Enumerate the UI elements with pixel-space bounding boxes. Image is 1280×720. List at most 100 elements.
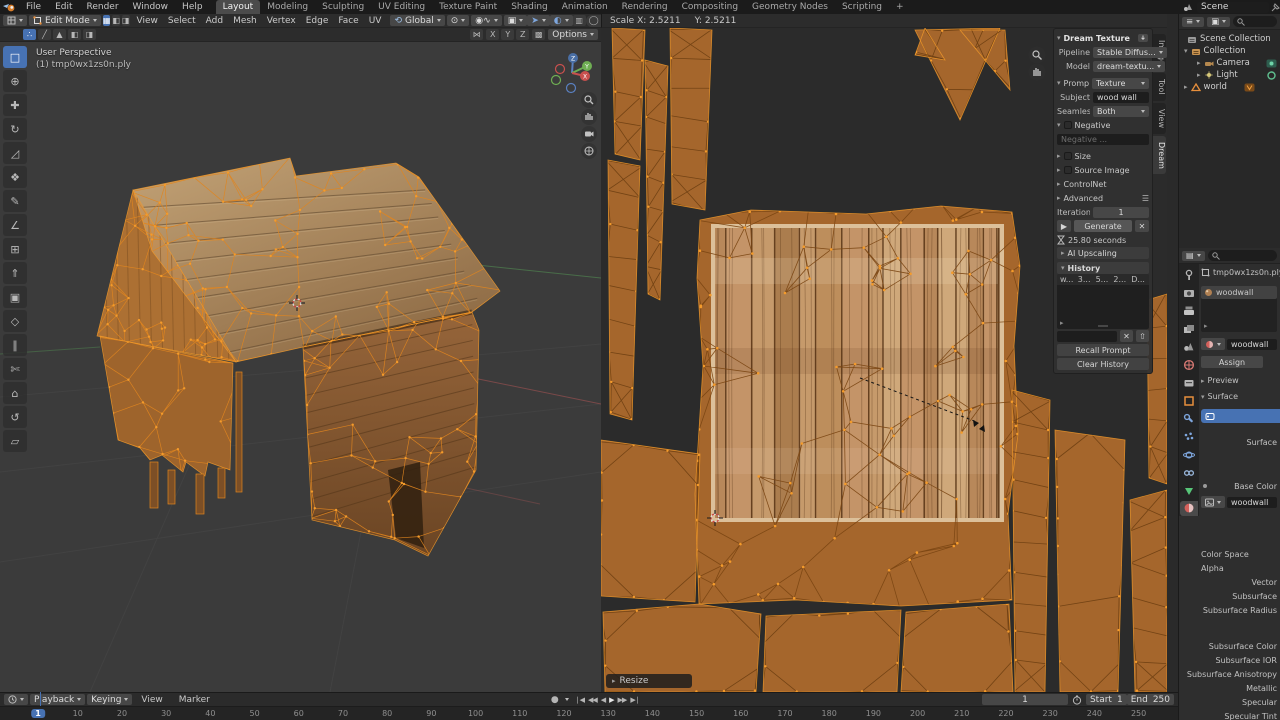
current-frame-field[interactable]: 1 — [982, 694, 1068, 705]
ruler-tick[interactable]: 20 — [117, 709, 127, 718]
ruler-tick[interactable]: 110 — [512, 709, 527, 718]
shear-tool[interactable]: ▱ — [3, 430, 27, 452]
assign-button[interactable]: Assign — [1201, 356, 1263, 368]
ruler-tick[interactable]: 160 — [733, 709, 748, 718]
properties-tab-object-data[interactable] — [1180, 483, 1198, 498]
camera-view-icon[interactable] — [581, 126, 597, 142]
surface-section[interactable]: ▾Surface — [1201, 392, 1238, 401]
generate-button[interactable]: Generate — [1074, 220, 1132, 232]
sidebar-tab-dream[interactable]: Dream — [1152, 136, 1166, 175]
next-keyframe-button[interactable]: ▶▶ — [616, 696, 629, 704]
snap-toggle[interactable]: ⊙ — [447, 15, 470, 26]
operator-panel-collapsed[interactable]: ▸Resize — [606, 674, 692, 688]
mode-context-toggle-1[interactable]: ▦ — [103, 15, 111, 26]
timeline-ruler[interactable]: 1102030405060708090100110120130140150160… — [0, 706, 1178, 720]
prev-keyframe-button[interactable]: ◀◀ — [586, 696, 599, 704]
properties-tab-collection[interactable] — [1180, 376, 1198, 391]
workspace-tab-scripting[interactable]: Scripting — [835, 0, 889, 14]
playback-menu[interactable]: Playback — [30, 694, 85, 705]
seamless-dropdown[interactable]: Both — [1093, 106, 1149, 117]
negative-input[interactable]: Negative ... — [1057, 134, 1149, 145]
slot-list-expand-icon[interactable]: ▸ — [1204, 322, 1208, 330]
record-button[interactable]: ● — [549, 695, 561, 705]
ruler-tick[interactable]: 40 — [205, 709, 215, 718]
viewport-menu-add[interactable]: Add — [201, 16, 228, 26]
mode-selector[interactable]: Edit Mode — [29, 15, 101, 26]
mesh-data-badge[interactable] — [1244, 83, 1255, 92]
ruler-tick[interactable]: 240 — [1087, 709, 1102, 718]
menu-file[interactable]: File — [19, 0, 48, 14]
properties-display-mode[interactable]: ▤ — [1182, 251, 1205, 261]
frame-end-field[interactable]: End250 — [1127, 694, 1174, 705]
sidebar-tab-view[interactable]: View — [1152, 103, 1166, 134]
box-select-tool[interactable]: □ — [3, 46, 27, 68]
outliner-filter[interactable]: ▣ — [1207, 17, 1230, 27]
options-dropdown[interactable]: Options — [548, 29, 598, 40]
properties-tab-physics[interactable] — [1180, 447, 1198, 462]
ruler-tick[interactable]: 90 — [426, 709, 436, 718]
material-browse-dropdown[interactable] — [1201, 338, 1225, 350]
presets-icon[interactable]: ☰ — [1142, 194, 1149, 203]
ruler-tick[interactable]: 200 — [910, 709, 925, 718]
workspace-tab-uv-editing[interactable]: UV Editing — [371, 0, 432, 14]
properties-tab-object[interactable] — [1180, 393, 1198, 408]
zoom-icon[interactable] — [581, 92, 597, 108]
ruler-tick[interactable]: 100 — [468, 709, 483, 718]
rotate-tool[interactable]: ↻ — [3, 118, 27, 140]
history-export-button[interactable]: ⇧ — [1136, 330, 1149, 342]
uv-pan-hand-icon[interactable] — [1029, 64, 1046, 81]
disclosure-icon[interactable]: ▾ — [1184, 47, 1188, 55]
scale-tool[interactable]: ◿ — [3, 142, 27, 164]
viewport-menu-select[interactable]: Select — [163, 16, 201, 26]
dream-panel-header[interactable]: ▾ Dream Texture — [1057, 31, 1149, 45]
keying-menu[interactable]: Keying — [87, 694, 132, 705]
mirror-z-toggle[interactable]: Z — [516, 29, 529, 40]
annotate-tool[interactable]: ✎ — [3, 190, 27, 212]
workspace-tab-animation[interactable]: Animation — [555, 0, 615, 14]
properties-tab-tool[interactable] — [1180, 268, 1198, 283]
shading-wireframe-button[interactable]: ◯ — [589, 16, 599, 26]
size-section[interactable]: ▸Size — [1057, 149, 1149, 163]
menu-render[interactable]: Render — [80, 0, 126, 14]
workspace-tab-texture-paint[interactable]: Texture Paint — [432, 0, 504, 14]
mirror-icon[interactable]: ⋈ — [470, 29, 483, 40]
source-image-section[interactable]: ▸Source Image — [1057, 163, 1149, 177]
properties-tab-modifiers[interactable] — [1180, 411, 1198, 426]
history-list[interactable]: ▸ — [1057, 285, 1149, 329]
editor-type-button[interactable] — [3, 15, 27, 26]
pipeline-dropdown[interactable]: Stable Diffus... — [1093, 47, 1167, 58]
workspace-tab-compositing[interactable]: Compositing — [675, 0, 745, 14]
mirror-y-toggle[interactable]: Y — [501, 29, 514, 40]
face-select-button[interactable]: ▲ — [53, 29, 66, 40]
recall-prompt-button[interactable]: Recall Prompt — [1057, 344, 1149, 356]
perspective-toggle-icon[interactable] — [581, 143, 597, 159]
clear-history-button[interactable]: Clear History — [1057, 358, 1149, 370]
ai-upscaling-section[interactable]: ▸AI Upscaling — [1057, 247, 1149, 259]
poly-build-tool[interactable]: ⌂ — [3, 382, 27, 404]
jump-to-end-button[interactable]: ▶❘ — [628, 696, 641, 704]
menu-window[interactable]: Window — [126, 0, 176, 14]
transform-orientation[interactable]: ⟲Global — [390, 15, 444, 26]
outliner-item-collection[interactable]: ▾ Collection — [1179, 45, 1280, 57]
properties-tab-particles[interactable] — [1180, 429, 1198, 444]
knife-tool[interactable]: ✄ — [3, 358, 27, 380]
material-slot-list[interactable]: woodwall ▸ — [1201, 286, 1277, 332]
size-checkbox[interactable] — [1064, 152, 1072, 160]
source-image-checkbox[interactable] — [1064, 166, 1072, 174]
viewport-menu-view[interactable]: View — [132, 16, 163, 26]
outliner-display-mode[interactable]: ≡ — [1182, 17, 1204, 27]
outliner-item-world[interactable]: ▸ world — [1179, 81, 1280, 93]
timeline-view-menu[interactable]: View — [134, 693, 169, 707]
model-dropdown[interactable]: dream-textu... — [1093, 61, 1165, 72]
ruler-tick[interactable]: 130 — [601, 709, 616, 718]
outliner-item-camera[interactable]: ▸ Camera — [1179, 57, 1280, 69]
cursor-tool[interactable]: ⊕ — [3, 70, 27, 92]
negative-checkbox[interactable] — [1064, 121, 1072, 129]
properties-tab-scene[interactable] — [1180, 340, 1198, 355]
transform-tool[interactable]: ❖ — [3, 166, 27, 188]
properties-tab-output[interactable] — [1180, 304, 1198, 319]
viewport-menu-edge[interactable]: Edge — [301, 16, 334, 26]
breadcrumb-object[interactable]: tmp0wx1zs0n.ply — [1213, 268, 1280, 277]
uv-zoom-icon[interactable] — [1029, 47, 1046, 64]
history-scrollbar[interactable] — [1098, 325, 1108, 327]
